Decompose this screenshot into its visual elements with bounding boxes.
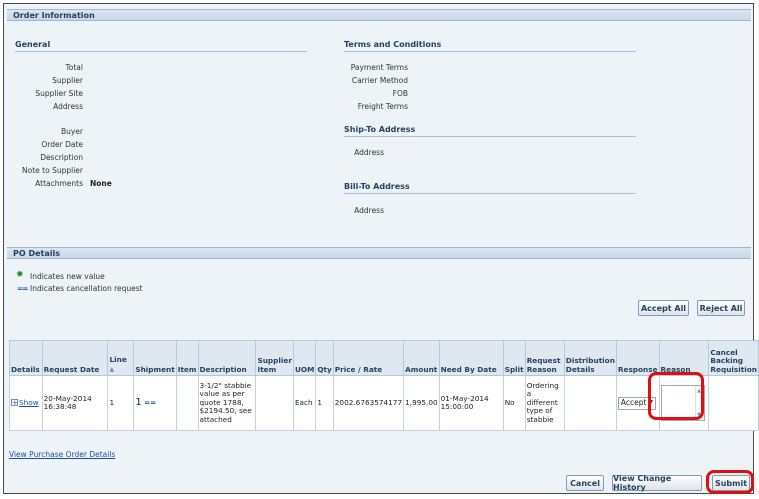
order-date-label: Order Date: [41, 140, 83, 149]
col-description: Description: [197, 340, 257, 376]
expand-plus-icon[interactable]: +: [11, 399, 18, 407]
view-change-history-button[interactable]: View Change History: [612, 474, 702, 492]
cell-reason: ▲ ▼: [658, 375, 710, 431]
col-shipment: Shipment: [133, 340, 177, 376]
accept-all-button[interactable]: Accept All: [638, 300, 689, 316]
col-details: Details: [9, 340, 43, 376]
ship-to-address-label: Address: [354, 148, 384, 157]
terms-heading: Terms and Conditions: [344, 40, 636, 52]
col-need-by-date: Need By Date: [438, 340, 504, 376]
show-details-link[interactable]: Show: [19, 398, 39, 407]
legend-cancel-text: Indicates cancellation request: [30, 284, 143, 293]
col-price-rate: Price / Rate: [332, 340, 405, 376]
legend-new: Indicates new value: [16, 270, 105, 281]
col-response: Response: [615, 340, 660, 376]
note-to-supplier-label: Note to Supplier: [22, 166, 83, 175]
cancel-button[interactable]: Cancel: [566, 475, 604, 491]
cell-cancel-backing: [708, 375, 759, 431]
ship-to-heading: Ship-To Address: [344, 125, 636, 137]
response-select[interactable]: Accept ▼: [617, 396, 656, 410]
col-supplier-item: Supplier Item: [255, 340, 294, 376]
cell-request-date: 20-May-2014 16:38:48: [41, 375, 109, 431]
attachments-value: None: [90, 179, 112, 188]
bill-to-address-label: Address: [354, 206, 384, 215]
col-uom: UOM: [292, 340, 317, 376]
general-heading: General: [15, 40, 307, 52]
cancellation-marker-icon: ==: [144, 397, 157, 407]
attachments-label: Attachments: [35, 179, 83, 188]
fob-label: FOB: [392, 89, 408, 98]
col-request-reason: Request Reason: [524, 340, 565, 376]
po-details-table: Details Request Date Line ▲ Shipment Ite…: [9, 340, 759, 431]
response-value: Accept: [620, 397, 647, 407]
cell-amount: 1,995.00: [403, 375, 440, 431]
cancellation-icon: ==: [17, 284, 29, 293]
col-line-label: Line: [109, 355, 127, 364]
cell-response: Accept ▼: [615, 375, 660, 431]
po-details-header: PO Details: [7, 247, 751, 259]
submit-button[interactable]: Submit: [712, 475, 750, 491]
description-label: Description: [40, 153, 83, 162]
col-split: Split: [502, 340, 526, 376]
cell-item: [175, 375, 199, 431]
carrier-method-label: Carrier Method: [351, 76, 408, 85]
cell-details: +Show: [9, 375, 43, 431]
scroll-down-icon: ▼: [697, 411, 701, 418]
col-line[interactable]: Line ▲: [107, 340, 135, 376]
reason-scrollbar[interactable]: ▲ ▼: [694, 386, 703, 420]
shipment-number: 1: [135, 396, 142, 408]
cell-line: 1: [107, 375, 135, 431]
reject-all-button[interactable]: Reject All: [697, 300, 745, 316]
order-information-header: Order Information: [7, 9, 751, 21]
cell-uom: Each: [292, 375, 317, 431]
cell-description: 3-1/2" stabbie value as per quote 1788, …: [197, 375, 257, 431]
supplier-site-label: Supplier Site: [35, 89, 83, 98]
total-label: Total: [65, 63, 83, 72]
col-cancel-backing-requisition: Cancel Backing Requisition: [708, 340, 759, 376]
bill-to-heading: Bill-To Address: [344, 182, 636, 194]
cell-need-by-date: 01-May-2014 15:00:00: [438, 375, 504, 431]
new-value-icon: [16, 270, 25, 281]
col-item: Item: [175, 340, 199, 376]
col-distribution-details: Distribution Details: [563, 340, 617, 376]
col-request-date: Request Date: [41, 340, 109, 376]
sort-ascending-icon: ▲: [109, 365, 115, 373]
col-qty: Qty: [315, 340, 334, 376]
cell-request-reason: Ordering a different type of stabbie: [524, 375, 565, 431]
address-label: Address: [53, 102, 83, 111]
col-reason: Reason: [658, 340, 710, 376]
supplier-label: Supplier: [52, 76, 83, 85]
cell-qty: 1: [315, 375, 334, 431]
cell-distribution-details: [563, 375, 617, 431]
view-po-details-link[interactable]: View Purchase Order Details: [9, 450, 115, 459]
table-row: +Show 20-May-2014 16:38:48 1 1 == 3-1/2"…: [9, 375, 759, 431]
legend-new-text: Indicates new value: [30, 272, 105, 281]
cell-supplier-item: [255, 375, 294, 431]
payment-terms-label: Payment Terms: [350, 63, 408, 72]
col-amount: Amount: [403, 340, 440, 376]
scroll-up-icon: ▲: [697, 388, 701, 394]
legend-cancel: == Indicates cancellation request: [17, 284, 143, 293]
buyer-label: Buyer: [60, 127, 83, 136]
cell-split: No: [502, 375, 526, 431]
cell-shipment: 1 ==: [133, 375, 177, 431]
reason-textarea[interactable]: ▲ ▼: [660, 385, 705, 421]
dropdown-arrow-icon: ▼: [648, 398, 653, 406]
freight-terms-label: Freight Terms: [357, 102, 408, 111]
cell-price: 2002.6763574177: [332, 375, 405, 431]
